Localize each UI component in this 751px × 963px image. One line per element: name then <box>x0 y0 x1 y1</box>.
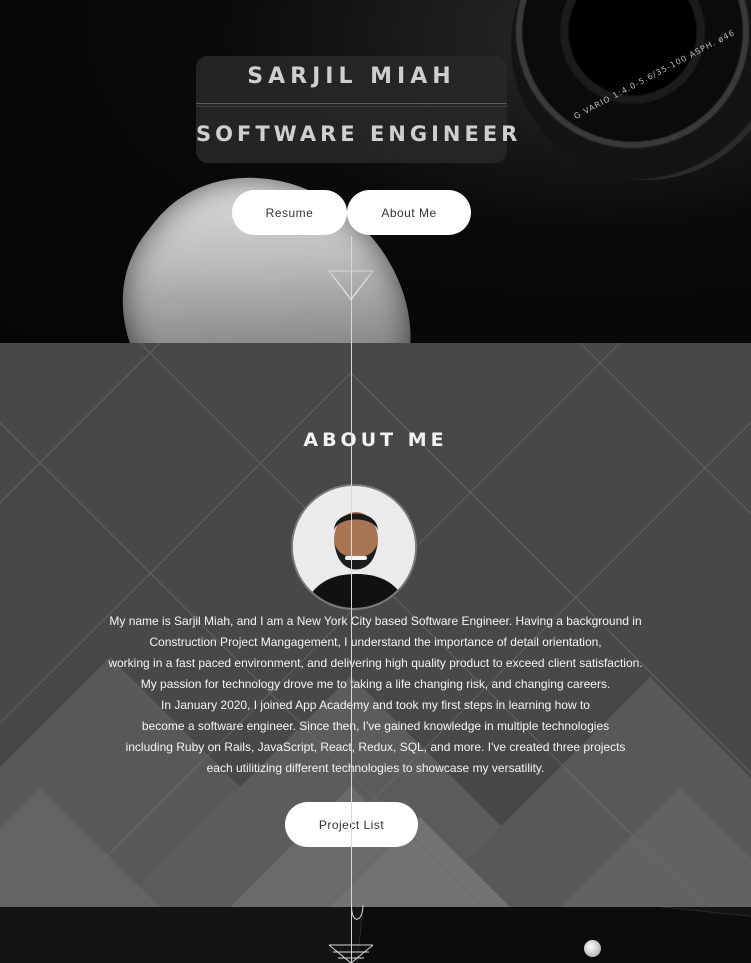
about-heading: ABOUT ME <box>303 429 448 451</box>
bio-line: including Ruby on Rails, JavaScript, Rea… <box>125 740 626 754</box>
bio-line: become a software engineer. Since then, … <box>141 719 610 733</box>
hero-section: G VARIO 1:4.0-5.6/35-100 ASPH. ø46 SARJI… <box>0 0 751 343</box>
bio-line: My name is Sarjil Miah, and I am a New Y… <box>109 614 642 628</box>
device-image <box>356 907 751 963</box>
title-divider-inner <box>196 106 507 107</box>
about-me-button[interactable]: About Me <box>347 190 471 235</box>
bio-line: Construction Project Mangagement, I unde… <box>149 635 602 649</box>
project-list-button[interactable]: Project List <box>285 802 418 847</box>
bio-line: each utilitizing different technologies … <box>206 761 545 775</box>
resume-button[interactable]: Resume <box>232 190 347 235</box>
bio-line: In January 2020, I joined App Academy an… <box>161 698 590 712</box>
profile-avatar <box>291 484 417 610</box>
bio-line: working in a fast paced environment, and… <box>108 656 643 670</box>
bio-line: My passion for technology drove me to ta… <box>140 677 611 691</box>
about-section: ABOUT ME My name is Sarjil Miah, and I a… <box>0 343 751 907</box>
title-divider <box>196 103 507 104</box>
indicator-light <box>584 940 601 957</box>
site-name: SARJIL MIAH <box>247 64 456 89</box>
bio-paragraph: My name is Sarjil Miah, and I am a New Y… <box>60 611 691 779</box>
title-card: SARJIL MIAH SOFTWARE ENGINEER <box>196 56 522 163</box>
job-title: SOFTWARE ENGINEER <box>196 122 522 146</box>
projects-section-preview <box>0 907 751 963</box>
